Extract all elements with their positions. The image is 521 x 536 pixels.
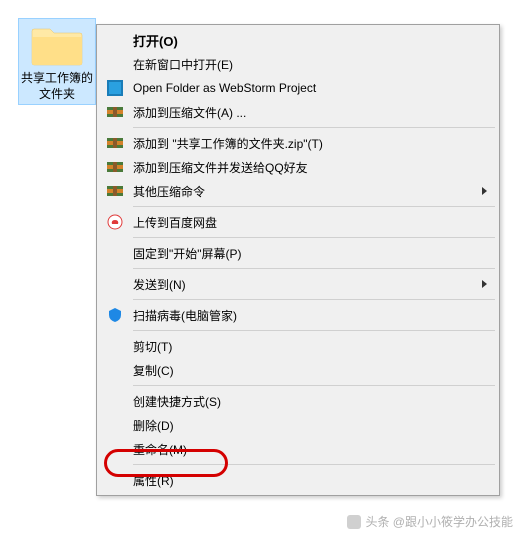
baidu-cloud-icon <box>107 214 123 230</box>
archive-icon <box>107 159 123 175</box>
menu-add-to-zip[interactable]: 添加到 "共享工作簿的文件夹.zip"(T) <box>99 131 497 155</box>
folder-label: 共享工作簿的文件夹 <box>21 71 93 102</box>
submenu-arrow-icon <box>482 187 487 195</box>
watermark-icon <box>347 515 361 529</box>
folder-selection: 共享工作簿的文件夹 <box>18 18 96 105</box>
menu-separator <box>133 385 495 386</box>
menu-separator <box>133 268 495 269</box>
menu-cut[interactable]: 剪切(T) <box>99 334 497 358</box>
submenu-arrow-icon <box>482 280 487 288</box>
folder-icon <box>30 23 84 67</box>
menu-create-shortcut[interactable]: 创建快捷方式(S) <box>99 389 497 413</box>
menu-compress-send-qq[interactable]: 添加到压缩文件并发送给QQ好友 <box>99 155 497 179</box>
menu-separator <box>133 237 495 238</box>
menu-delete[interactable]: 删除(D) <box>99 413 497 437</box>
archive-icon <box>107 183 123 199</box>
menu-separator <box>133 330 495 331</box>
desktop-folder[interactable]: 共享工作簿的文件夹 <box>18 18 96 105</box>
menu-open-new-window[interactable]: 在新窗口中打开(E) <box>99 52 497 76</box>
menu-properties[interactable]: 属性(R) <box>99 468 497 492</box>
menu-send-to[interactable]: 发送到(N) <box>99 272 497 296</box>
context-menu: 打开(O) 在新窗口中打开(E) Open Folder as WebStorm… <box>96 24 500 496</box>
menu-separator <box>133 464 495 465</box>
webstorm-icon <box>107 80 123 96</box>
menu-scan-virus[interactable]: 扫描病毒(电脑管家) <box>99 303 497 327</box>
archive-icon <box>107 104 123 120</box>
watermark: 头条 @跟小小筱学办公技能 <box>347 513 513 530</box>
menu-open[interactable]: 打开(O) <box>99 28 497 52</box>
menu-copy[interactable]: 复制(C) <box>99 358 497 382</box>
menu-rename[interactable]: 重命名(M) <box>99 437 497 461</box>
menu-upload-baidu[interactable]: 上传到百度网盘 <box>99 210 497 234</box>
menu-separator <box>133 299 495 300</box>
menu-other-compress[interactable]: 其他压缩命令 <box>99 179 497 203</box>
menu-pin-start[interactable]: 固定到"开始"屏幕(P) <box>99 241 497 265</box>
menu-open-webstorm[interactable]: Open Folder as WebStorm Project <box>99 76 497 100</box>
archive-icon <box>107 135 123 151</box>
menu-separator <box>133 127 495 128</box>
watermark-text: 头条 @跟小小筱学办公技能 <box>365 513 513 530</box>
menu-add-compress[interactable]: 添加到压缩文件(A) ... <box>99 100 497 124</box>
shield-icon <box>107 307 123 323</box>
menu-separator <box>133 206 495 207</box>
